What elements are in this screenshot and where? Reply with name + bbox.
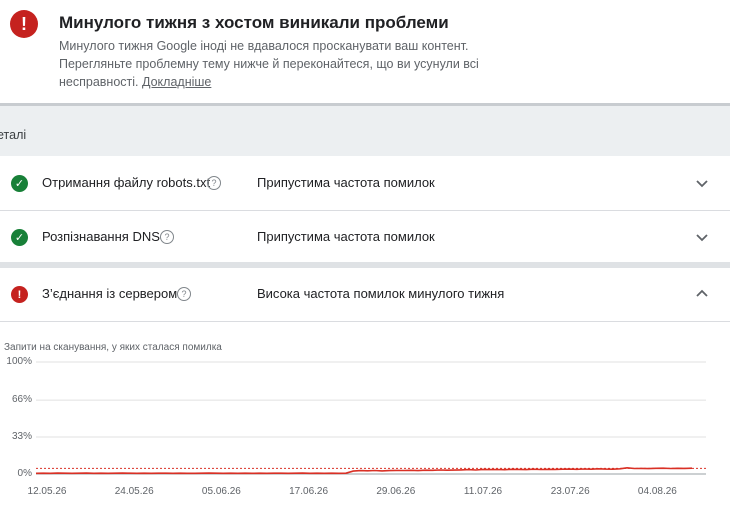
error-rate-chart bbox=[35, 361, 706, 475]
